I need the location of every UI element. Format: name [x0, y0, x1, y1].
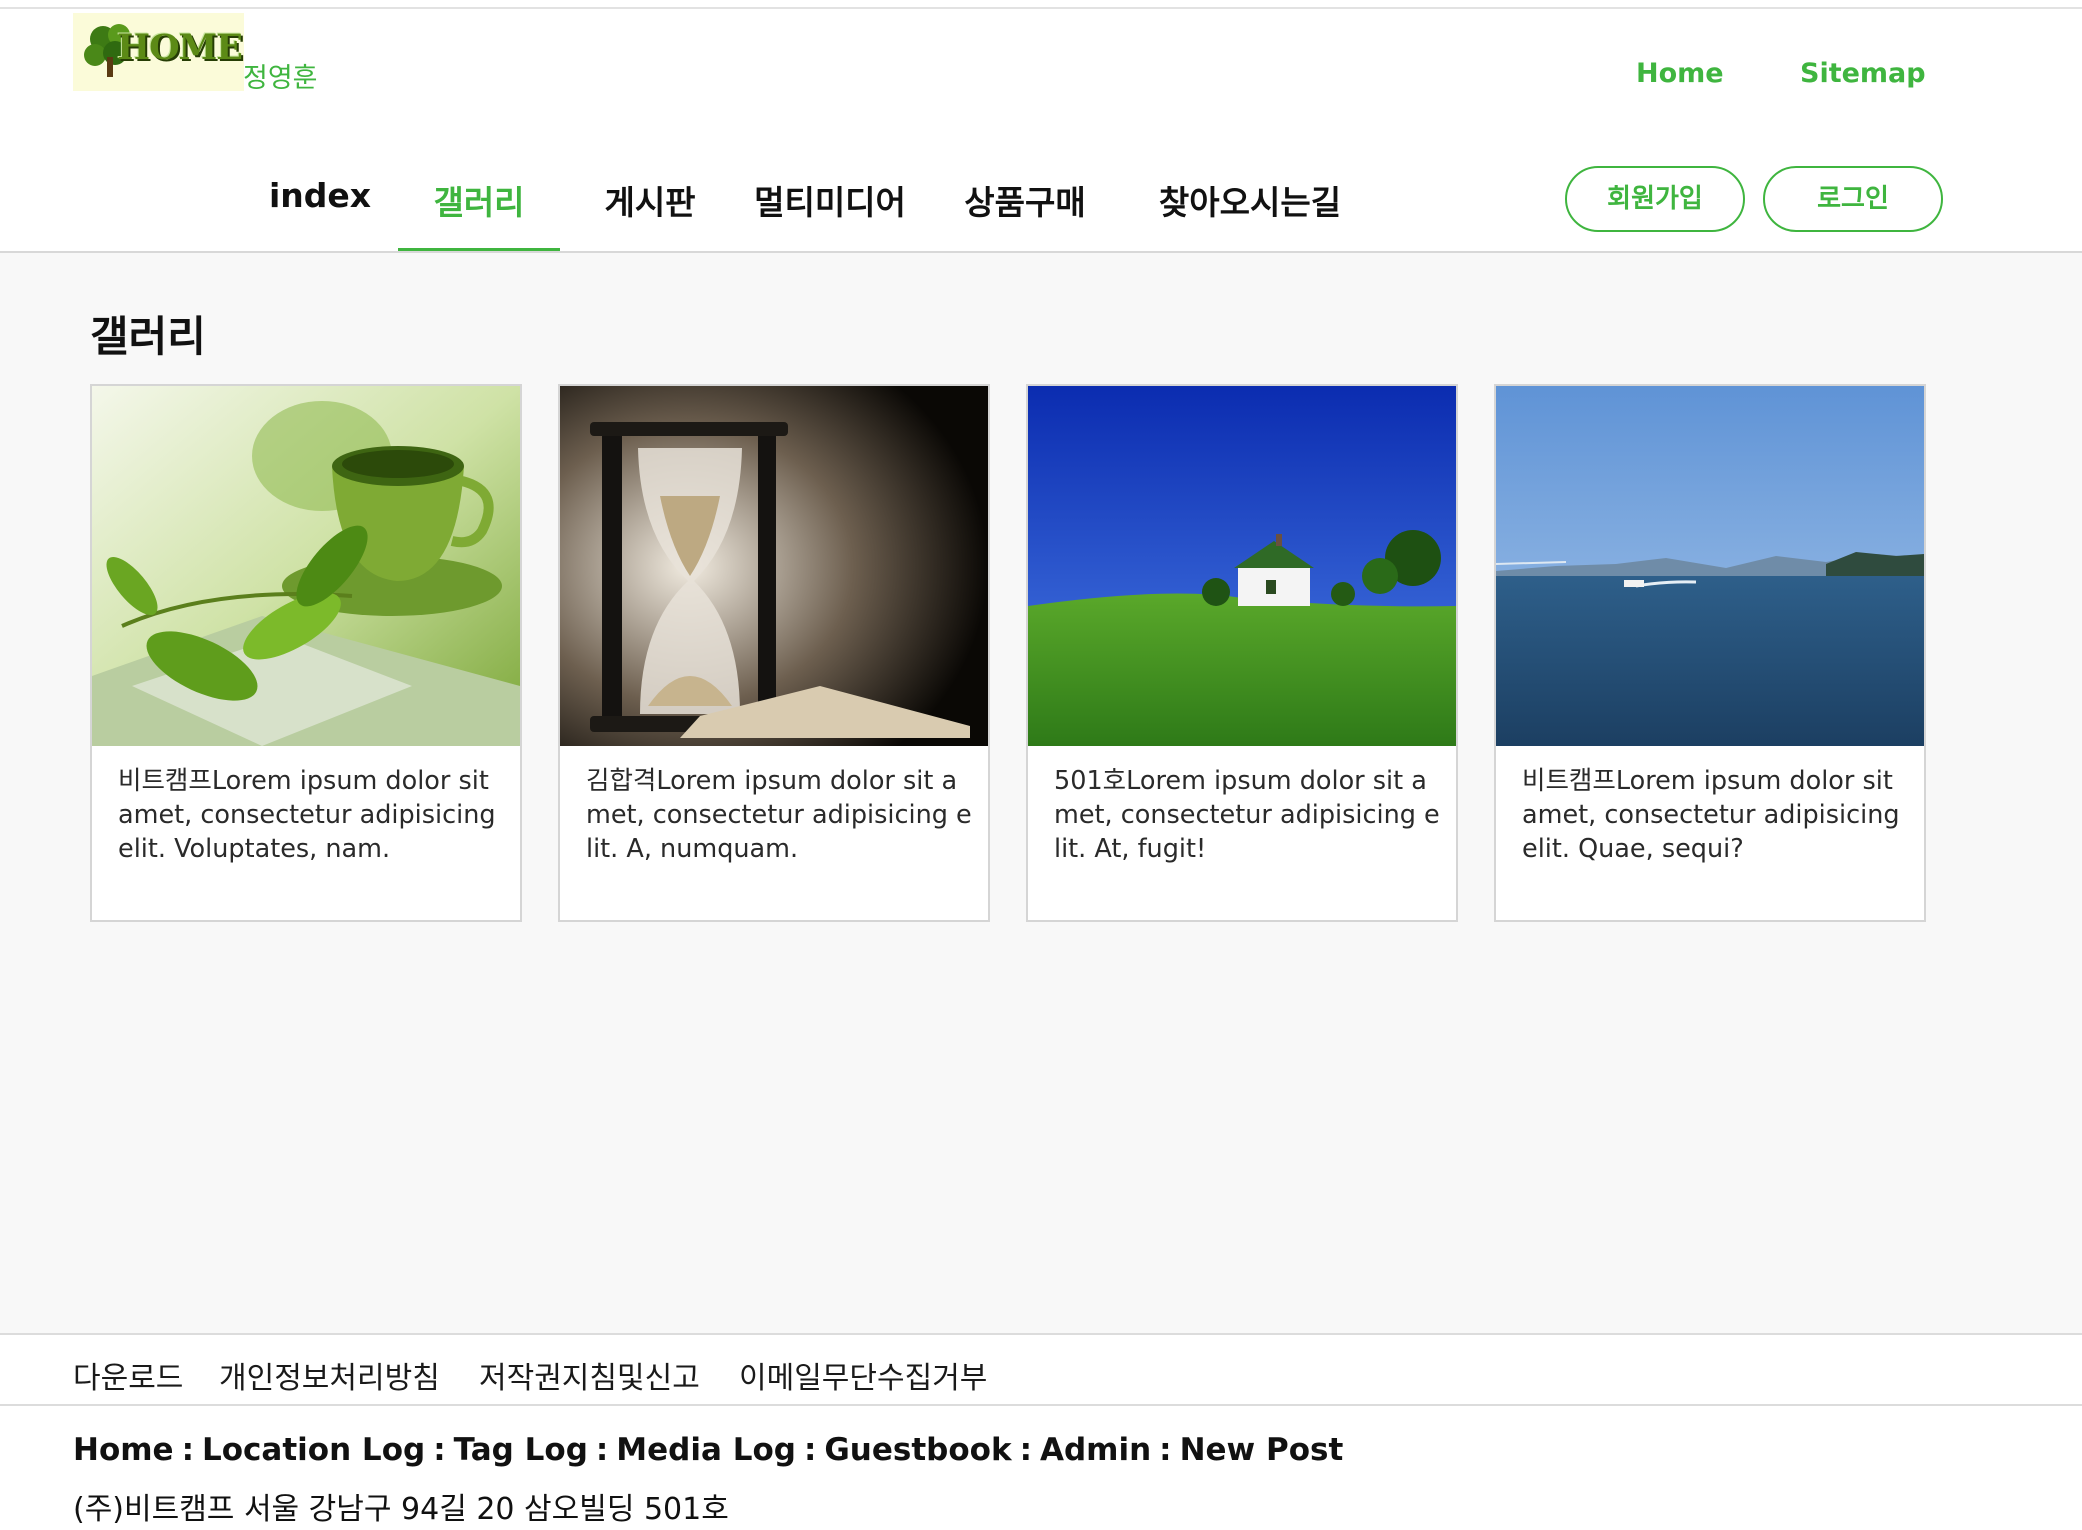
gallery-card[interactable]: 비트캠프Lorem ipsum dolor sit amet, consecte… — [90, 384, 522, 922]
gallery-image-hourglass — [560, 386, 988, 746]
company-address: (주)비트캠프 서울 강남구 94길 20 삼오빌딩 501호 — [73, 1492, 729, 1527]
footer-links: 다운로드 개인정보처리방침 저작권지침및신고 이메일무단수집거부 — [0, 1333, 2082, 1406]
blog-link-separator: : — [803, 1432, 817, 1468]
blog-link-separator: : — [1019, 1432, 1032, 1468]
login-button[interactable]: 로그인 — [1763, 166, 1943, 232]
footer-bottom: Home: Location Log: Tag Log: Media Log: Gues… — [0, 1406, 2082, 1530]
gallery-card-caption: 비트캠프Lorem ipsum dolor sit amet, consecte… — [118, 766, 496, 864]
top-link-sitemap[interactable]: Sitemap — [1800, 58, 1926, 89]
gallery-card-caption: 501호Lorem ipsum dolor sit amet, consecte… — [1054, 766, 1440, 864]
footer-link-email-refusal[interactable]: 이메일무단수집거부 — [739, 1353, 987, 1397]
nav-item-gallery[interactable]: 갤러리 — [398, 170, 560, 252]
blog-link-media-log[interactable]: Media Log — [616, 1432, 796, 1468]
gallery-card[interactable]: 김합격Lorem ipsum dolor sit amet, consectet… — [558, 384, 990, 922]
blog-link-separator: : — [1159, 1432, 1172, 1468]
site-owner-name: 정영훈 — [243, 63, 318, 94]
nav-item-directions[interactable]: 찾아오시는길 — [1150, 170, 1350, 252]
gallery-card[interactable]: 501호Lorem ipsum dolor sit amet, consecte… — [1026, 384, 1458, 922]
blog-link-admin[interactable]: Admin — [1040, 1432, 1151, 1468]
blog-link-separator: : — [595, 1432, 609, 1468]
blog-link-separator: : — [433, 1432, 446, 1468]
gallery-image-house — [1028, 386, 1456, 746]
gallery-card-caption: 김합격Lorem ipsum dolor sit amet, consectet… — [586, 766, 972, 864]
blog-link-separator: : — [181, 1432, 194, 1468]
footer-link-privacy[interactable]: 개인정보처리방침 — [219, 1353, 440, 1397]
footer-link-copyright[interactable]: 저작권지침및신고 — [479, 1353, 700, 1397]
gallery-image-teacup — [92, 386, 520, 746]
blog-link-guestbook[interactable]: Guestbook — [824, 1432, 1011, 1468]
nav-item-index[interactable]: index — [245, 170, 395, 252]
blog-link-new-post[interactable]: New Post — [1180, 1432, 1344, 1468]
blog-links: Home: Location Log: Tag Log: Media Log: Gues… — [73, 1432, 1343, 1468]
signup-button[interactable]: 회원가입 — [1565, 166, 1745, 232]
top-border — [0, 0, 2082, 9]
top-link-home[interactable]: Home — [1636, 58, 1724, 89]
blog-link-location-log[interactable]: Location Log — [202, 1432, 425, 1468]
logo-text: HOME — [117, 27, 243, 68]
nav-item-shop[interactable]: 상품구매 — [945, 170, 1105, 252]
gallery-image-sea — [1496, 386, 1924, 746]
site-logo[interactable]: HOME — [73, 13, 244, 91]
main-content: 갤러리 비트캠프Lorem ipsum dolor sit amet, cons… — [0, 253, 2082, 1333]
blog-link-home[interactable]: Home — [73, 1432, 174, 1468]
footer-link-download[interactable]: 다운로드 — [73, 1353, 183, 1397]
nav-item-multimedia[interactable]: 멀티미디어 — [745, 170, 915, 252]
gallery-card-caption: 비트캠프Lorem ipsum dolor sit amet, consecte… — [1522, 766, 1900, 864]
nav-item-board[interactable]: 게시판 — [575, 170, 725, 252]
gallery-card[interactable]: 비트캠프Lorem ipsum dolor sit amet, consecte… — [1494, 384, 1926, 922]
blog-link-tag-log[interactable]: Tag Log — [454, 1432, 588, 1468]
page-title: 갤러리 — [90, 312, 206, 361]
